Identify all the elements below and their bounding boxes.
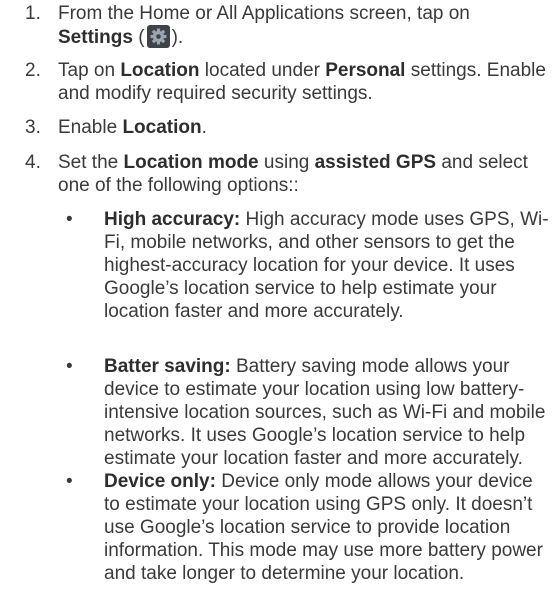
option-text: High accuracy: High accuracy mode uses G… — [104, 208, 552, 323]
step-1-text: From the Home or All Applications screen… — [58, 3, 470, 24]
assisted-gps-label: assisted GPS — [314, 152, 437, 173]
step-number: 2. — [25, 60, 41, 81]
step-2-mid: located under — [199, 60, 326, 81]
option-text: Device only: Device only mode allows you… — [104, 470, 552, 585]
settings-label: Settings — [58, 27, 133, 48]
step-3-post: . — [201, 117, 207, 138]
step-2-pre: Tap on — [58, 60, 121, 81]
location-label: Location — [122, 117, 202, 138]
option-title: Device only: — [104, 471, 216, 492]
bullet-dot: • — [66, 356, 73, 377]
step-number: 1. — [25, 3, 41, 24]
paren-open: ( — [132, 27, 145, 48]
option-title: Batter saving: — [104, 356, 231, 377]
step-number: 4. — [25, 152, 41, 173]
step-4-pre: Set the — [58, 152, 124, 173]
location-label: Location — [120, 60, 200, 81]
step-text: Tap on Location located under Personal s… — [58, 59, 550, 105]
location-mode-label: Location mode — [123, 152, 259, 173]
step-number: 3. — [25, 117, 41, 138]
personal-label: Personal — [325, 60, 406, 81]
option-title: High accuracy: — [104, 209, 241, 230]
step-text: Set the Location mode using assisted GPS… — [58, 151, 550, 197]
paren-close: ). — [171, 27, 184, 48]
bullet-dot: • — [66, 209, 73, 230]
step-text: From the Home or All Applications screen… — [58, 2, 550, 49]
step-3-pre: Enable — [58, 117, 123, 138]
settings-gear-icon — [146, 25, 170, 48]
option-text: Batter saving: Battery saving mode allow… — [104, 355, 552, 470]
bullet-dot: • — [66, 471, 73, 492]
step-text: Enable Location. — [58, 116, 550, 139]
step-4-mid: using — [258, 152, 315, 173]
